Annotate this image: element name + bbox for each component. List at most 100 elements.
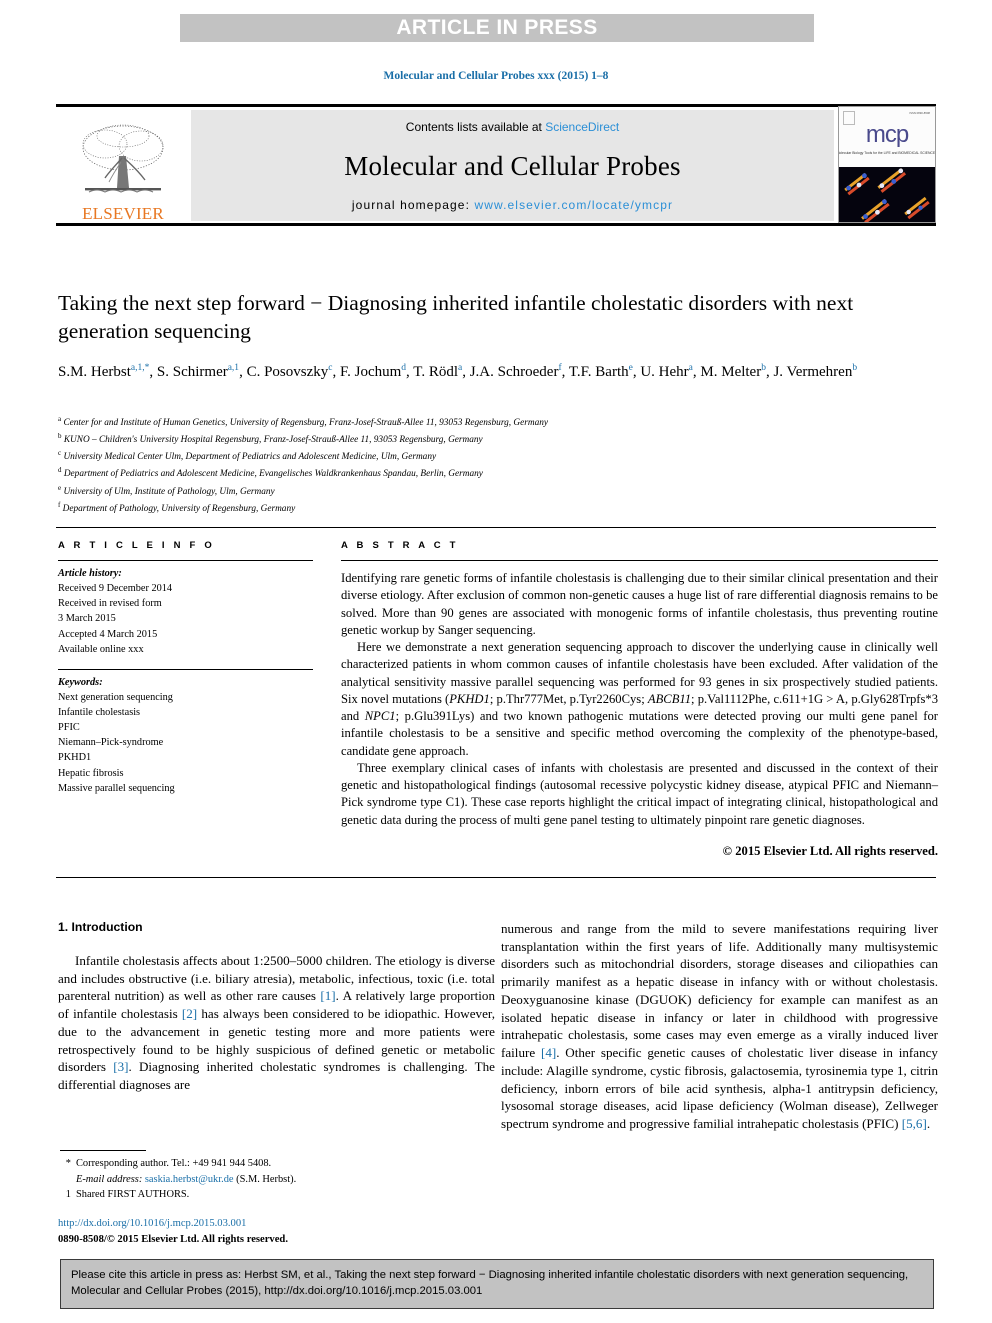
title-block: Taking the next step forward − Diagnosin…	[58, 290, 938, 384]
affiliation-text: KUNO – Children's University Hospital Re…	[63, 435, 483, 446]
masthead-bottom-rule	[56, 223, 936, 226]
citation-ref-2[interactable]: [2]	[182, 1006, 197, 1021]
author-affiliation-marks[interactable]: b	[852, 363, 857, 373]
introduction-paragraph-left: Infantile cholestasis affects about 1:25…	[58, 952, 495, 1094]
author-name: S. Schirmer	[156, 364, 228, 381]
affiliation-item: c University Medical Center Ulm, Departm…	[58, 448, 938, 465]
author-affiliation-marks[interactable]: c	[328, 363, 332, 373]
affiliation-text: Department of Pathology, University of R…	[62, 503, 296, 514]
journal-homepage-link[interactable]: www.elsevier.com/locate/ymcpr	[474, 198, 673, 212]
author-affiliation-marks[interactable]: a	[689, 363, 693, 373]
author-entry: F. Jochumd	[339, 363, 406, 381]
keyword-item: PFIC	[58, 722, 80, 734]
affiliation-list: a Center for and Institute of Human Gene…	[58, 414, 938, 517]
author-list: S.M. Herbsta,1,*, S. Schirmera,1, C. Pos…	[58, 363, 858, 381]
abstract-copyright: © 2015 Elsevier Ltd. All rights reserved…	[722, 843, 938, 858]
author-affiliation-marks[interactable]: a,1	[228, 363, 239, 373]
please-cite-footer: Please cite this article in press as: He…	[60, 1259, 934, 1309]
citation-ref-3[interactable]: [3]	[113, 1059, 128, 1074]
masthead-top-rule	[56, 104, 936, 107]
citation-ref-1[interactable]: [1]	[320, 988, 335, 1003]
cover-elsevier-mark-icon	[843, 111, 855, 125]
gene-name-abcb11: ABCB11	[647, 691, 692, 706]
affiliation-label: d	[58, 466, 62, 475]
author-affiliation-marks[interactable]: f	[558, 363, 561, 373]
journal-title: Molecular and Cellular Probes	[344, 150, 681, 181]
footnote-shared-body: Shared FIRST AUTHORS.	[76, 1189, 190, 1201]
article-in-press-label: ARTICLE IN PRESS	[396, 16, 598, 39]
doi-link[interactable]: http://dx.doi.org/10.1016/j.mcp.2015.03.…	[58, 1216, 495, 1232]
history-item: Received 9 December 2014	[58, 583, 173, 595]
elsevier-tree-icon	[82, 124, 164, 193]
affiliation-item: a Center for and Institute of Human Gene…	[58, 414, 938, 431]
affiliation-label: c	[58, 449, 62, 458]
affiliation-text: University of Ulm, Institute of Patholog…	[63, 486, 275, 497]
please-cite-text: Please cite this article in press as: He…	[71, 1269, 909, 1298]
affiliation-label: e	[58, 483, 62, 492]
abstract-column: A B S T R A C T Identifying rare genetic…	[341, 540, 938, 860]
affiliation-label: f	[58, 500, 61, 509]
author-affiliation-marks[interactable]: e	[629, 363, 633, 373]
affiliation-label: a	[58, 415, 62, 423]
abstract-body: Identifying rare genetic forms of infant…	[341, 561, 938, 860]
info-section-top-rule	[56, 527, 936, 528]
elsevier-wordmark: ELSEVIER	[82, 204, 164, 223]
keyword-item: Hepatic fibrosis	[58, 767, 124, 779]
intro-right-b: . Other specific genetic causes of chole…	[501, 1045, 938, 1132]
contents-prefix: Contents lists available at	[405, 120, 546, 134]
history-item: Received in revised form	[58, 598, 162, 610]
keyword-item: Infantile cholestasis	[58, 707, 141, 718]
affiliation-text: University Medical Center Ulm, Departmen…	[63, 452, 437, 463]
author-entry: T. Rödla	[413, 363, 462, 380]
author-affiliation-marks[interactable]: d	[401, 363, 406, 373]
author-affiliation-marks[interactable]: a,1,*	[131, 363, 149, 373]
citation-ref-5-6[interactable]: [5,6]	[902, 1116, 927, 1131]
abstract-paragraph-3: Three exemplary clinical cases of infant…	[341, 760, 938, 827]
abstract-heading: A B S T R A C T	[341, 540, 459, 551]
history-item: 3 March 2015	[58, 613, 116, 625]
author-entry: J.A. Schroederf	[470, 363, 562, 380]
journal-cover-thumbnail[interactable]: ISSN 0890-8508 mcp Molecular Biology Too…	[838, 106, 936, 223]
body-column-left: 1. Introduction Infantile cholestasis af…	[58, 920, 495, 1094]
article-history-group: Article history: Received 9 December 201…	[58, 561, 313, 657]
article-info-heading: A R T I C L E I N F O	[58, 540, 215, 551]
intro-right-a: numerous and range from the mild to seve…	[501, 921, 938, 1061]
author-name: F. Jochum	[339, 364, 402, 381]
author-entry: S. Schirmera,1	[156, 363, 239, 381]
cover-corner-text: ISSN 0890-8508	[909, 111, 930, 115]
gene-name-npc1: NPC1	[364, 709, 396, 723]
affiliation-item: f Department of Pathology, University of…	[58, 500, 938, 517]
author-name: J. Vermehren	[773, 364, 853, 381]
history-item: Available online xxx	[58, 643, 144, 655]
affiliation-item: d Department of Pediatrics and Adolescen…	[58, 465, 938, 482]
cover-subtitle: Molecular Biology Tools for the LIFE and…	[838, 151, 936, 155]
footnote-corresponding-author: * Corresponding author. Tel.: +49 941 94…	[60, 1156, 497, 1187]
footnote-mark-asterisk: *	[65, 1158, 71, 1169]
keyword-item: Niemann–Pick-syndrome	[58, 737, 164, 749]
paper-title: Taking the next step forward − Diagnosin…	[58, 291, 854, 343]
author-entry: C. Posovszkyc	[247, 363, 333, 380]
homepage-label: journal homepage:	[351, 198, 475, 212]
article-history-label: Article history:	[58, 568, 122, 579]
keyword-item: Next generation sequencing	[58, 691, 173, 703]
affiliation-item: b KUNO – Children's University Hospital …	[58, 431, 938, 448]
author-affiliation-marks[interactable]: a	[458, 363, 462, 373]
article-in-press-banner: ARTICLE IN PRESS	[180, 14, 814, 42]
author-entry: S.M. Herbsta,1,*	[58, 363, 149, 381]
footnote-separator-rule	[60, 1150, 146, 1151]
masthead-center-panel: Contents lists available at ScienceDirec…	[191, 110, 834, 221]
author-name: S.M. Herbst	[58, 364, 131, 381]
citation-ref-4[interactable]: [4]	[541, 1045, 556, 1060]
author-entry: T.F. Barthe	[569, 363, 633, 380]
info-section-bottom-rule	[56, 877, 936, 878]
author-entry: M. Melterb	[700, 363, 766, 380]
keywords-group: Keywords: Next generation sequencing Inf…	[58, 670, 313, 796]
elsevier-logo: ELSEVIER	[62, 110, 184, 222]
running-head: Molecular and Cellular Probes xxx (2015)…	[383, 70, 609, 82]
introduction-paragraph-right: numerous and range from the mild to seve…	[501, 920, 938, 1133]
cover-top-half: ISSN 0890-8508 mcp Molecular Biology Too…	[839, 107, 935, 167]
sciencedirect-link[interactable]: ScienceDirect	[545, 120, 619, 134]
email-address-link[interactable]: saskia.herbst@ukr.de	[145, 1174, 234, 1185]
cover-bottom-image	[839, 166, 935, 222]
author-affiliation-marks[interactable]: b	[761, 363, 766, 373]
